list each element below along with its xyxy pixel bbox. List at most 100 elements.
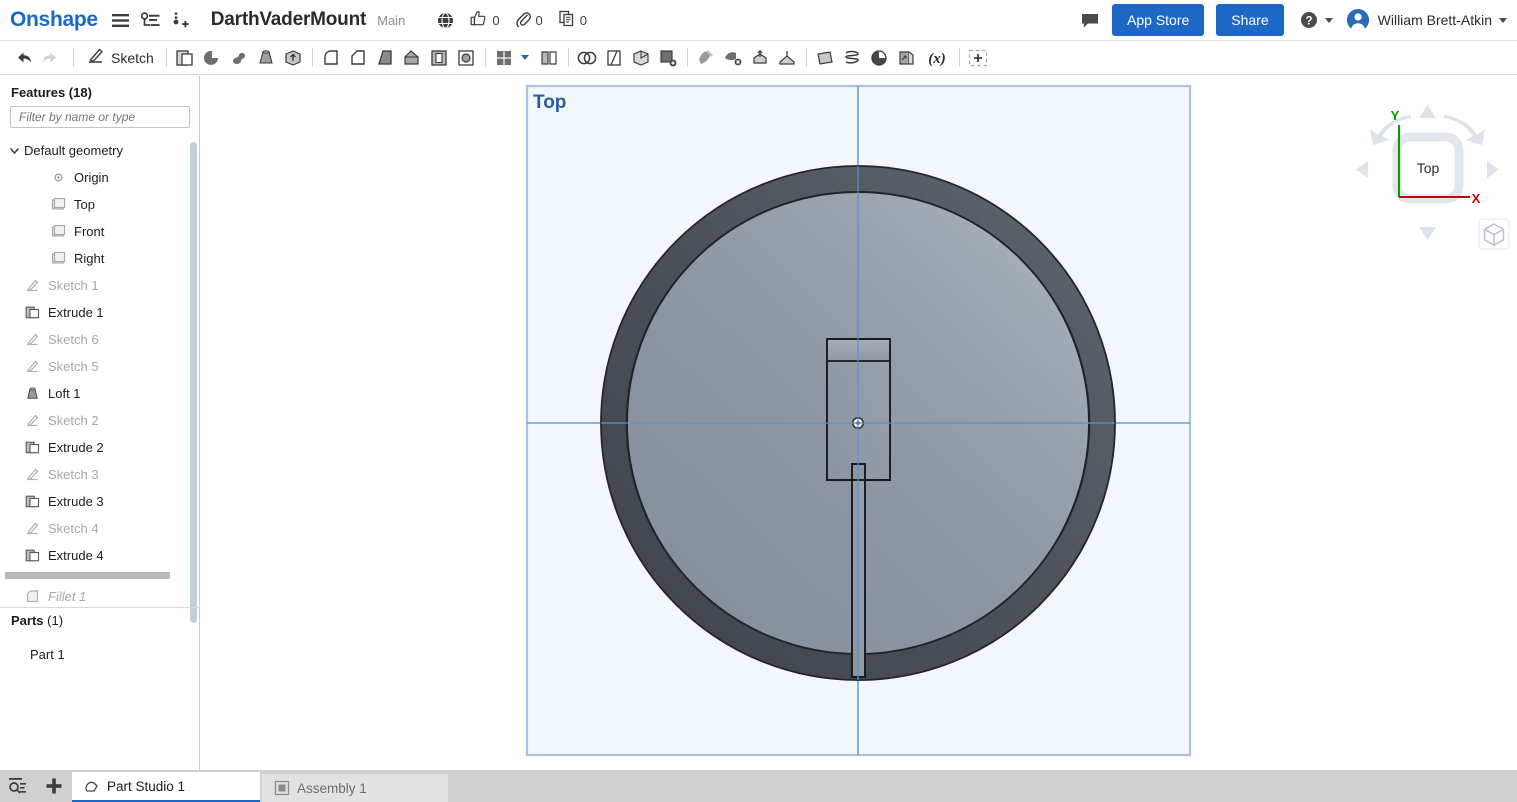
features-panel-title: Features (18): [11, 85, 92, 100]
more-tools-icon[interactable]: [965, 44, 992, 72]
user-chevron-down-icon[interactable]: [1499, 17, 1507, 23]
feature-filter-input[interactable]: [17, 109, 189, 125]
toolbar-divider: [958, 48, 960, 67]
part-studio-icon: [84, 778, 100, 794]
comment-bubble-icon[interactable]: [1080, 12, 1100, 29]
enclose-icon[interactable]: [774, 44, 801, 72]
user-name[interactable]: William Brett-Atkin: [1378, 12, 1492, 28]
onshape-logo[interactable]: Onshape: [10, 8, 98, 32]
app-store-button[interactable]: App Store: [1112, 4, 1205, 36]
hole-icon[interactable]: [453, 44, 480, 72]
tree-item-extrude-4[interactable]: Extrude 4: [0, 542, 199, 569]
document-tab-bar: Part Studio 1 Assembly 1: [0, 770, 1517, 802]
sweep-icon[interactable]: [226, 44, 253, 72]
add-tab-plus-icon[interactable]: [36, 770, 72, 802]
extrude-icon[interactable]: [172, 44, 199, 72]
sketch-icon: [24, 520, 41, 537]
boolean-icon[interactable]: [574, 44, 601, 72]
tree-item-right[interactable]: Right: [0, 245, 199, 272]
nav-left-triangle-icon[interactable]: [1356, 161, 1368, 178]
pattern-icon[interactable]: [491, 44, 518, 72]
tree-item-fillet-1[interactable]: Fillet 1: [0, 583, 199, 610]
tab-assembly-1[interactable]: Assembly 1: [262, 774, 448, 802]
tree-item-sketch-6[interactable]: Sketch 6: [0, 326, 199, 353]
link-count[interactable]: 0: [515, 10, 543, 30]
feature-filter-box[interactable]: [10, 106, 190, 128]
document-title[interactable]: DarthVaderMount: [211, 9, 367, 31]
tree-item-sketch-2[interactable]: Sketch 2: [0, 407, 199, 434]
help-chevron-down-icon[interactable]: [1324, 17, 1333, 23]
tree-item-front[interactable]: Front: [0, 218, 199, 245]
sketch-button[interactable]: Sketch: [79, 44, 161, 72]
feature-list-panel: Features (18) Default geometry Origin Top F…: [0, 76, 200, 770]
top-plane-label: Top: [533, 92, 566, 113]
variable-icon[interactable]: (x): [920, 44, 954, 72]
chevron-down-icon[interactable]: [8, 145, 20, 156]
toolbar-divider: [686, 48, 688, 67]
loft-icon[interactable]: [253, 44, 280, 72]
globe-public-icon[interactable]: [437, 11, 454, 29]
copy-document-icon: [559, 10, 575, 30]
tree-item-sketch-5[interactable]: Sketch 5: [0, 353, 199, 380]
loft-icon: [24, 385, 41, 402]
tree-item-extrude-3[interactable]: Extrude 3: [0, 488, 199, 515]
tree-item-default-geometry[interactable]: Default geometry: [0, 137, 199, 164]
view-cube-icon[interactable]: [1478, 218, 1510, 250]
draft-icon[interactable]: [372, 44, 399, 72]
tree-item-label: Extrude 1: [48, 305, 104, 320]
add-version-icon[interactable]: [172, 12, 189, 28]
rollback-bar[interactable]: [5, 572, 170, 579]
avatar[interactable]: [1346, 9, 1369, 31]
pattern-chevron-down-icon[interactable]: [520, 55, 529, 60]
tree-item-extrude-1[interactable]: Extrude 1: [0, 299, 199, 326]
redo-arrow-icon[interactable]: [37, 44, 64, 72]
nav-down-triangle-icon[interactable]: [1419, 227, 1436, 240]
chamfer-icon[interactable]: [345, 44, 372, 72]
split-icon[interactable]: [601, 44, 628, 72]
delete-face-icon[interactable]: [628, 44, 655, 72]
copy-count[interactable]: 0: [559, 10, 587, 30]
tree-item-origin[interactable]: Origin: [0, 164, 199, 191]
plane-icon[interactable]: [812, 44, 839, 72]
help-question-icon[interactable]: ?: [1300, 11, 1318, 29]
nav-right-triangle-icon[interactable]: [1487, 161, 1499, 178]
shell-icon[interactable]: [426, 44, 453, 72]
version-graph-icon[interactable]: [140, 12, 160, 28]
graphics-viewport[interactable]: Top: [200, 76, 1517, 770]
search-list-icon[interactable]: [0, 770, 36, 802]
view-orientation-widget[interactable]: Top Y X: [1345, 85, 1510, 260]
rollback-feature-row[interactable]: Fillet 1: [0, 583, 199, 610]
derived-icon[interactable]: [893, 44, 920, 72]
cad-scene[interactable]: Top: [200, 76, 1517, 770]
helix-icon[interactable]: [839, 44, 866, 72]
thicken-icon[interactable]: [280, 44, 307, 72]
transform-icon[interactable]: [720, 44, 747, 72]
like-count[interactable]: 0: [470, 10, 500, 30]
nav-up-triangle-icon[interactable]: [1419, 105, 1436, 118]
rib-icon[interactable]: [399, 44, 426, 72]
delete-part-icon[interactable]: [693, 44, 720, 72]
tree-item-top[interactable]: Top: [0, 191, 199, 218]
branch-name[interactable]: Main: [377, 13, 405, 28]
fillet-icon[interactable]: [318, 44, 345, 72]
feature-tree-scrollbar[interactable]: [190, 142, 197, 623]
tree-item-loft-1[interactable]: Loft 1: [0, 380, 199, 407]
tree-item-extrude-2[interactable]: Extrude 2: [0, 434, 199, 461]
revolve-icon[interactable]: [199, 44, 226, 72]
tree-item-sketch-1[interactable]: Sketch 1: [0, 272, 199, 299]
move-face-icon[interactable]: [655, 44, 682, 72]
list-item-part-1[interactable]: Part 1: [0, 641, 199, 668]
hamburger-menu-icon[interactable]: [111, 13, 129, 28]
tab-part-studio-1[interactable]: Part Studio 1: [72, 772, 260, 802]
mirror-icon[interactable]: [536, 44, 563, 72]
tree-item-sketch-3[interactable]: Sketch 3: [0, 461, 199, 488]
share-button[interactable]: Share: [1216, 4, 1284, 36]
extrude-icon: [24, 493, 41, 510]
parts-section-divider: [0, 607, 199, 608]
tree-item-sketch-4[interactable]: Sketch 4: [0, 515, 199, 542]
replace-face-icon[interactable]: [747, 44, 774, 72]
undo-arrow-icon[interactable]: [10, 44, 37, 72]
plane-icon: [50, 196, 67, 213]
curve-icon[interactable]: [866, 44, 893, 72]
plane-icon: [50, 250, 67, 267]
